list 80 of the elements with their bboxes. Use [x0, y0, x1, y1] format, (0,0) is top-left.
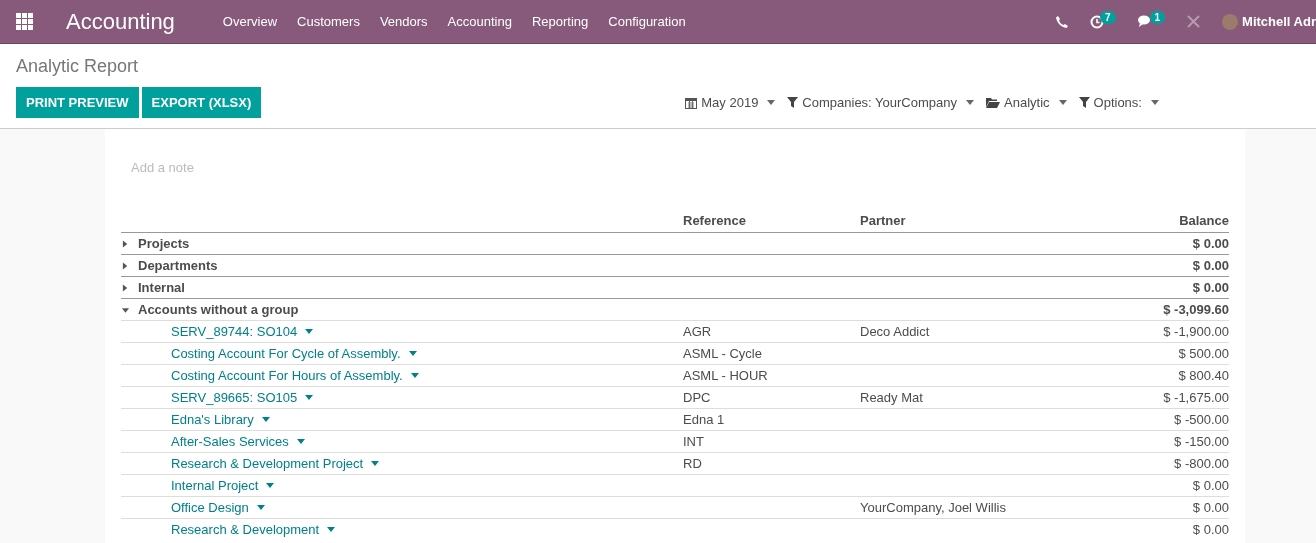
activity-count-badge: 7	[1099, 11, 1116, 24]
caret-icon	[1058, 100, 1067, 105]
partner-text: Deco Addict	[860, 324, 930, 339]
avatar-icon	[1222, 13, 1239, 30]
group-balance: $ 0.00	[1114, 254, 1229, 277]
account-link[interactable]: Costing Account For Cycle of Assembly.	[121, 346, 417, 361]
apps-grid-icon[interactable]	[16, 12, 34, 31]
balance-amount: $ -1,675.00	[1163, 390, 1229, 405]
caret-icon	[327, 527, 336, 532]
caret-icon	[966, 100, 974, 105]
caret-icon	[410, 373, 419, 378]
menu-item[interactable]: Reporting	[521, 14, 599, 29]
account-link[interactable]: Office Design	[121, 500, 265, 515]
group-row-toggle[interactable]: Internal	[121, 280, 683, 295]
balance-amount: $ 800.40	[1178, 368, 1229, 383]
phone-icon[interactable]	[1055, 15, 1068, 28]
group-balance: $ 0.00	[1114, 232, 1229, 255]
action-button[interactable]: EXPORT (XLSX)	[141, 87, 262, 118]
filter-icon	[1078, 97, 1090, 108]
account-link[interactable]: Internal Project	[121, 478, 275, 493]
group-row-toggle[interactable]: Accounts without a group	[121, 302, 683, 317]
app-title: Accounting	[66, 8, 175, 35]
balance-amount: $ 0.00	[1192, 478, 1229, 493]
action-button[interactable]: PRINT PREVIEW	[16, 87, 139, 118]
group-balance: $ 0.00	[1114, 276, 1229, 299]
menu-item[interactable]: Vendors	[369, 14, 438, 29]
caret-icon	[266, 483, 275, 488]
group-row-toggle[interactable]: Departments	[121, 258, 683, 273]
caret-icon	[296, 439, 305, 444]
account-link[interactable]: SERV_89744: SO104	[121, 324, 314, 339]
calendar-icon	[685, 96, 698, 109]
balance-amount: $ 500.00	[1178, 346, 1229, 361]
reference-text: ASML - Cycle	[683, 346, 762, 361]
filter-dropdown[interactable]: Analytic	[986, 95, 1067, 110]
group-row-toggle[interactable]: Projects	[121, 236, 683, 251]
account-link[interactable]: After-Sales Services	[121, 434, 305, 449]
column-header: Partner	[860, 213, 1115, 233]
reference-text: INT	[683, 434, 704, 449]
balance-amount: $ -150.00	[1174, 434, 1229, 449]
caret-icon	[408, 351, 417, 356]
balance-amount: $ -1,900.00	[1163, 324, 1229, 339]
partner-text: YourCompany, Joel Willis	[860, 500, 1006, 515]
account-link[interactable]: Edna's Library	[121, 412, 270, 427]
filter-icon	[787, 97, 799, 108]
reference-text: RD	[683, 456, 702, 471]
caret-icon	[305, 329, 314, 334]
folder-icon	[986, 97, 1000, 108]
menu-item[interactable]: Overview	[212, 14, 288, 29]
partner-text: Ready Mat	[860, 390, 923, 405]
balance-amount: $ 0.00	[1192, 522, 1229, 537]
reference-text: DPC	[683, 390, 711, 405]
menu-item[interactable]: Configuration	[598, 14, 696, 29]
message-count-badge: 1	[1149, 11, 1166, 24]
filter-dropdown[interactable]: Companies: YourCompany	[787, 95, 974, 110]
column-header: Reference	[683, 213, 860, 233]
filter-dropdown[interactable]: May 2019	[685, 95, 776, 110]
reference-text: Edna 1	[683, 412, 725, 427]
account-link[interactable]: Research & Development Project	[121, 456, 380, 471]
menu-item[interactable]: Customers	[287, 14, 370, 29]
account-link[interactable]: Costing Account For Hours of Assembly.	[121, 368, 419, 383]
caret-icon	[767, 100, 776, 105]
filter-dropdown[interactable]: Options:	[1078, 95, 1159, 110]
balance-amount: $ -800.00	[1174, 456, 1229, 471]
caret-icon	[256, 505, 265, 510]
caret-icon	[371, 461, 380, 466]
balance-amount: $ -500.00	[1174, 412, 1229, 427]
reference-text: ASML - HOUR	[683, 368, 768, 383]
caret-icon	[1150, 100, 1159, 105]
column-header: Balance	[1114, 213, 1229, 233]
page-title: Analytic Report	[16, 56, 140, 77]
menu-item[interactable]: Accounting	[437, 14, 522, 29]
caret-icon	[261, 417, 270, 422]
account-link[interactable]: SERV_89665: SO105	[121, 390, 314, 405]
account-link[interactable]: Research & Development	[121, 522, 336, 537]
reference-text: AGR	[683, 324, 712, 339]
group-balance: $ -3,099.60	[1114, 298, 1229, 321]
user-menu[interactable]: Mitchell Adr	[1222, 13, 1316, 30]
caret-icon	[305, 395, 314, 400]
clock-icon[interactable]	[1089, 14, 1104, 29]
balance-amount: $ 0.00	[1192, 500, 1229, 515]
